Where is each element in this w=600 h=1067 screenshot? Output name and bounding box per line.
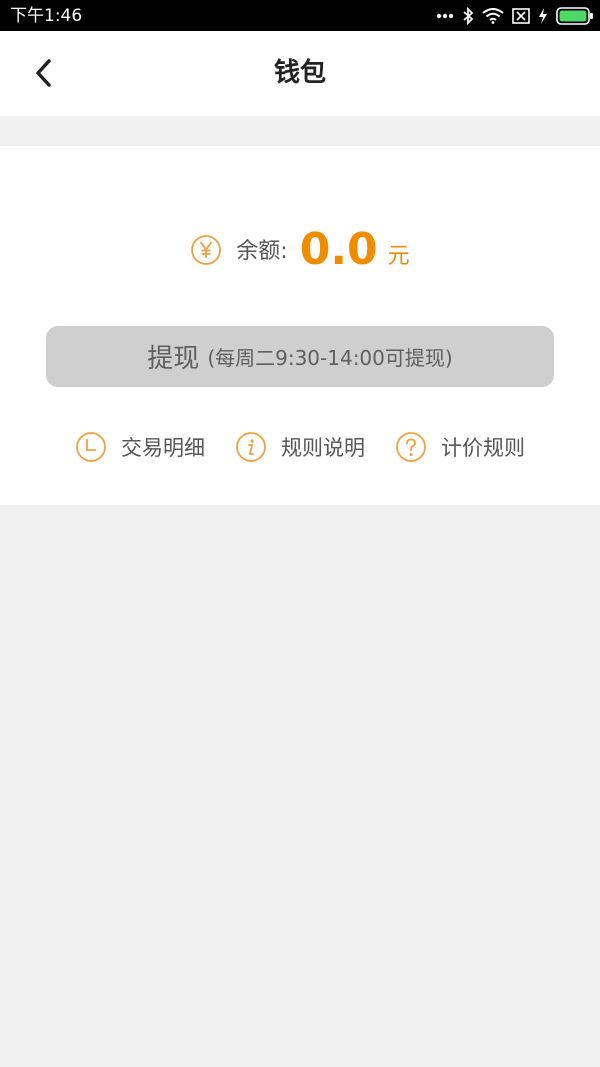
rules-description-link[interactable]: 规则说明 xyxy=(235,429,365,465)
pricing-rules-label: 计价规则 xyxy=(441,436,525,460)
clock-icon xyxy=(76,432,106,462)
balance-value: 0.0 xyxy=(299,224,378,275)
balance-unit: 元 xyxy=(387,244,410,269)
withdraw-button[interactable]: 提现 (每周二9:30-14:00可提现) xyxy=(46,326,554,387)
wallet-card: 余额: 0.0 元 提现 (每周二9:30-14:00可提现) 交易明细 规则说… xyxy=(0,146,600,505)
status-bar: 下午1:46 xyxy=(0,0,600,31)
wallet-links: 交易明细 规则说明 计价规则 xyxy=(0,429,600,465)
app-header: 钱包 xyxy=(0,31,600,116)
withdraw-hint: (每周二9:30-14:00可提现) xyxy=(207,346,453,370)
sim-disabled-icon xyxy=(512,8,530,24)
transaction-details-label: 交易明细 xyxy=(121,436,205,460)
withdraw-label: 提现 xyxy=(147,344,200,374)
charging-icon xyxy=(539,8,547,24)
status-time: 下午1:46 xyxy=(10,6,83,26)
info-icon xyxy=(236,432,266,462)
battery-icon xyxy=(556,7,593,25)
wifi-icon xyxy=(482,8,504,24)
balance-row: 余额: 0.0 元 xyxy=(0,224,600,274)
yen-coin-icon xyxy=(191,235,222,265)
bluetooth-icon xyxy=(463,7,474,25)
more-dots-icon xyxy=(436,13,454,19)
pricing-rules-link[interactable]: 计价规则 xyxy=(395,429,525,465)
question-icon xyxy=(396,432,426,462)
transaction-details-link[interactable]: 交易明细 xyxy=(75,429,205,465)
page-title: 钱包 xyxy=(273,58,326,88)
status-icons xyxy=(436,4,594,28)
rules-description-label: 规则说明 xyxy=(281,436,365,460)
balance-label: 余额: xyxy=(236,239,288,264)
